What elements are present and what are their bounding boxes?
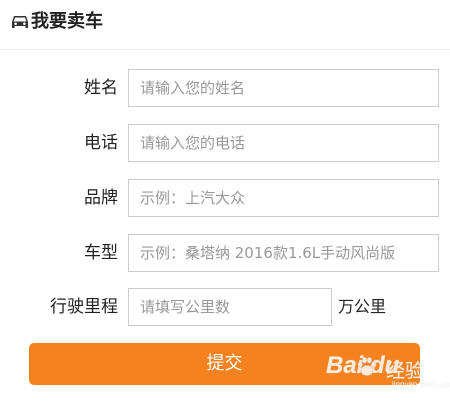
form-row-brand: 品牌	[0, 179, 450, 217]
watermark-url: jingyan.baidu.com	[392, 380, 450, 389]
form-row-name: 姓名	[0, 69, 450, 107]
model-input[interactable]	[128, 234, 439, 272]
mileage-unit-label: 万公里	[338, 297, 387, 316]
mileage-label: 行驶里程	[50, 297, 118, 317]
name-label: 姓名	[84, 78, 118, 98]
paw-icon	[357, 357, 377, 376]
form-row-phone: 电话	[0, 124, 450, 162]
form-row-mileage: 行驶里程 万公里	[0, 288, 450, 326]
form-row-model: 车型	[0, 234, 450, 272]
phone-input[interactable]	[128, 124, 439, 162]
mileage-input[interactable]	[128, 288, 332, 326]
page-title: 我要卖车	[31, 11, 103, 32]
page-header: 我要卖车	[0, 0, 450, 50]
name-input[interactable]	[128, 69, 439, 107]
watermark-sub: 经验	[386, 360, 425, 382]
watermark: Bai du 经验 jingyan.baidu.com	[326, 352, 450, 392]
brand-input[interactable]	[128, 179, 439, 217]
model-label: 车型	[84, 243, 118, 263]
car-icon	[12, 16, 28, 28]
brand-label: 品牌	[84, 188, 118, 208]
phone-label: 电话	[84, 133, 118, 153]
